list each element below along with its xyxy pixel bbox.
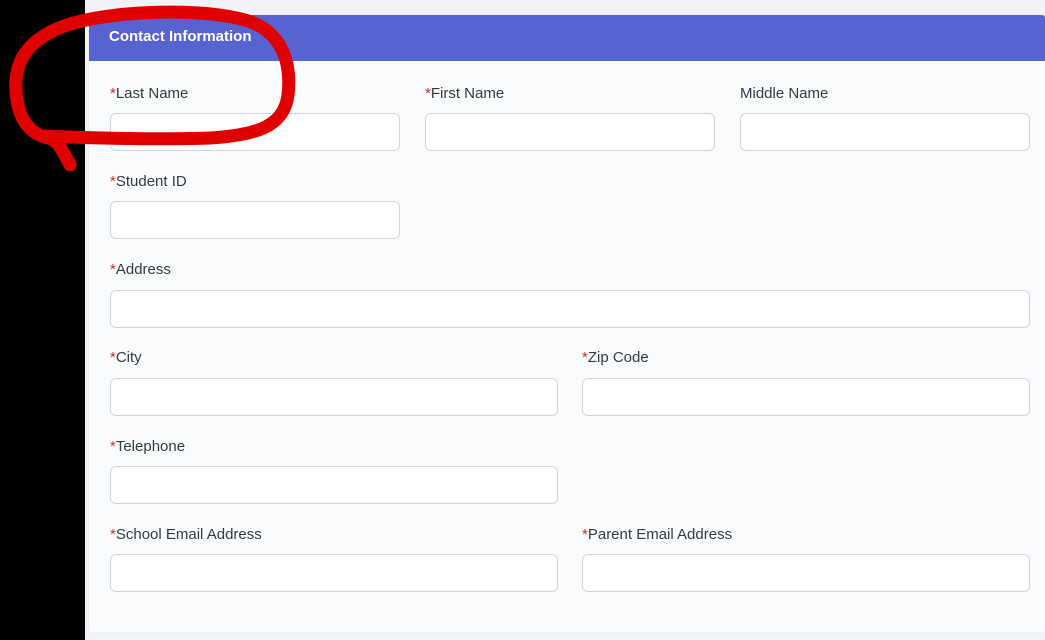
zip-code-label: *Zip Code xyxy=(582,349,649,366)
contact-information-card: Contact Information *Last Name *First Na… xyxy=(89,15,1045,632)
address-input[interactable] xyxy=(110,290,1030,328)
address-label: *Address xyxy=(110,261,171,278)
first-name-label: *First Name xyxy=(425,85,505,102)
zip-code-input[interactable] xyxy=(582,378,1030,416)
page-background: Contact Information *Last Name *First Na… xyxy=(85,0,1045,640)
school-email-input[interactable] xyxy=(110,554,558,592)
school-email-label: *School Email Address xyxy=(110,526,262,543)
section-header: Contact Information xyxy=(89,15,1045,61)
section-title: Contact Information xyxy=(109,28,252,45)
student-id-label: *Student ID xyxy=(110,173,187,190)
city-input[interactable] xyxy=(110,378,558,416)
student-id-input[interactable] xyxy=(110,201,400,239)
last-name-input[interactable] xyxy=(110,113,400,151)
parent-email-input[interactable] xyxy=(582,554,1030,592)
middle-name-label: Middle Name xyxy=(740,85,829,102)
first-name-input[interactable] xyxy=(425,113,715,151)
parent-email-label: *Parent Email Address xyxy=(582,526,733,543)
middle-name-input[interactable] xyxy=(740,113,1030,151)
telephone-input[interactable] xyxy=(110,466,558,504)
last-name-label: *Last Name xyxy=(110,85,189,102)
city-label: *City xyxy=(110,349,142,366)
telephone-label: *Telephone xyxy=(110,438,186,455)
